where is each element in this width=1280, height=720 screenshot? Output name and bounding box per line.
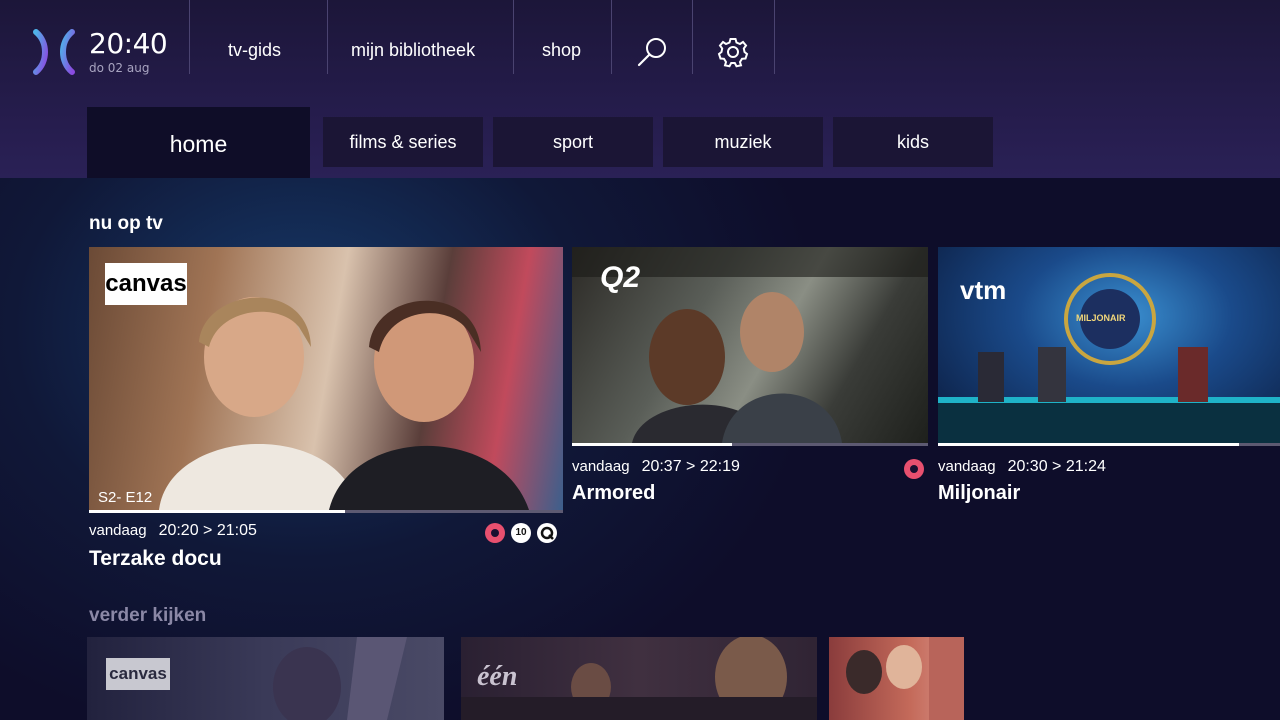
channel-logo: canvas bbox=[106, 658, 170, 690]
thumbnail-text: MILJONAIR bbox=[1076, 313, 1126, 323]
program-time: vandaag 20:30 > 21:24 bbox=[938, 458, 1106, 476]
channel-logo: één bbox=[477, 661, 518, 692]
progress-fill bbox=[572, 443, 733, 446]
progress-bar bbox=[572, 443, 928, 446]
channel-logo: vtm bbox=[960, 275, 1007, 305]
section-title-continue-watching: verder kijken bbox=[89, 605, 207, 626]
program-thumbnail: Q2 bbox=[572, 247, 928, 443]
tv-card-terzake[interactable]: canvas S2- E12 vandaag 20:20 > 21:05 10 T… bbox=[89, 247, 563, 577]
continue-card-2[interactable]: één bbox=[461, 637, 817, 720]
nav-tv-gids[interactable]: tv-gids bbox=[228, 40, 281, 61]
continue-card-3[interactable] bbox=[829, 637, 964, 720]
program-thumbnail: vtm MILJONAIR bbox=[938, 247, 1280, 443]
tab-muziek[interactable]: muziek bbox=[663, 117, 823, 167]
nav-shop[interactable]: shop bbox=[542, 40, 581, 61]
program-timeslot: 20:30 > 21:24 bbox=[1007, 458, 1106, 475]
nav-divider bbox=[327, 0, 328, 74]
nav-mijn-bibliotheek[interactable]: mijn bibliotheek bbox=[351, 40, 475, 61]
tab-sport[interactable]: sport bbox=[493, 117, 653, 167]
channel-logo: Q2 bbox=[600, 261, 641, 294]
clock-date: do 02 aug bbox=[89, 61, 150, 75]
top-bar: 20:40 do 02 aug tv-gids mijn bibliotheek… bbox=[0, 0, 1280, 178]
nav-divider bbox=[611, 0, 612, 74]
program-day: vandaag bbox=[89, 522, 147, 539]
progress-bar bbox=[89, 510, 563, 513]
nav-divider bbox=[189, 0, 190, 74]
tv-card-miljonair[interactable]: vtm MILJONAIR vandaag 20:30 > 21:24 Miljo… bbox=[938, 247, 1280, 517]
search-icon[interactable] bbox=[636, 35, 670, 69]
program-timeslot: 20:37 > 22:19 bbox=[641, 458, 740, 475]
program-day: vandaag bbox=[572, 458, 630, 475]
program-title: Miljonair bbox=[938, 482, 1021, 504]
record-icon bbox=[904, 459, 924, 479]
replay-10-icon: 10 bbox=[511, 523, 531, 543]
program-time: vandaag 20:37 > 22:19 bbox=[572, 458, 740, 476]
tab-films-series[interactable]: films & series bbox=[323, 117, 483, 167]
clock-time: 20:40 bbox=[89, 27, 168, 60]
program-title: Armored bbox=[572, 482, 656, 504]
tab-kids[interactable]: kids bbox=[833, 117, 993, 167]
progress-fill bbox=[938, 443, 1239, 446]
tv-card-armored[interactable]: Q2 vandaag 20:37 > 22:19 Armored bbox=[572, 247, 928, 517]
nav-divider bbox=[774, 0, 775, 74]
nav-divider bbox=[692, 0, 693, 74]
continue-card-1[interactable]: canvas bbox=[87, 637, 444, 720]
clock: 20:40 do 02 aug bbox=[89, 27, 168, 76]
progress-fill bbox=[89, 510, 345, 513]
record-icon bbox=[485, 523, 505, 543]
gear-icon[interactable] bbox=[716, 35, 750, 69]
app-logo bbox=[33, 29, 75, 75]
home-content: nu op tv canvas S2- E12 vandaag 20:20 > 2… bbox=[0, 178, 1280, 720]
program-day: vandaag bbox=[938, 458, 996, 475]
channel-logo: canvas bbox=[105, 263, 187, 305]
progress-bar bbox=[938, 443, 1280, 446]
episode-label: S2- E12 bbox=[98, 489, 153, 506]
program-title: Terzake docu bbox=[89, 547, 222, 570]
nav-divider bbox=[513, 0, 514, 74]
tab-home[interactable]: home bbox=[87, 107, 310, 178]
program-timeslot: 20:20 > 21:05 bbox=[158, 522, 257, 539]
program-time: vandaag 20:20 > 21:05 bbox=[89, 522, 257, 540]
program-thumbnail: canvas S2- E12 bbox=[89, 247, 563, 510]
restart-icon bbox=[537, 523, 557, 543]
section-title-now-on-tv: nu op tv bbox=[89, 213, 163, 234]
program-image bbox=[846, 637, 964, 720]
